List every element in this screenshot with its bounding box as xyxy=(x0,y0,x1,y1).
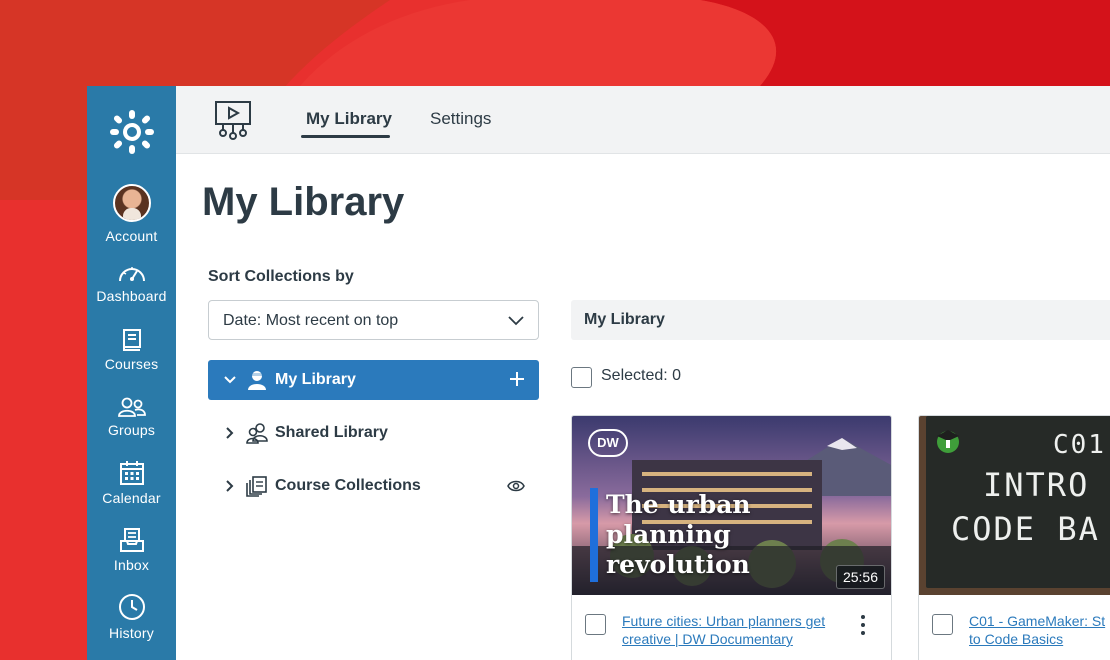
nav-label-courses: Courses xyxy=(104,356,159,372)
chevron-down-icon xyxy=(508,316,524,326)
nav-label-dashboard: Dashboard xyxy=(96,288,167,304)
courses-icon xyxy=(122,329,141,351)
video-thumbnail[interactable]: DW The urban planning revolution 25:56 xyxy=(572,416,891,595)
sort-select-value: Date: Most recent on top xyxy=(223,312,399,329)
nav-label-inbox: Inbox xyxy=(113,557,150,573)
kebab-menu-icon[interactable] xyxy=(857,614,869,636)
user-icon xyxy=(248,371,266,390)
nav-item-courses[interactable]: Courses xyxy=(87,328,176,372)
card-checkbox[interactable] xyxy=(585,614,606,635)
groups-icon xyxy=(117,397,146,417)
tab-settings[interactable]: Settings xyxy=(430,109,491,129)
tree-item-label: My Library xyxy=(275,371,356,388)
active-tab-indicator xyxy=(301,135,390,138)
card-title-link[interactable]: Future cities: Urban planners get creati… xyxy=(622,612,850,648)
tab-my-library[interactable]: My Library xyxy=(306,109,392,129)
global-navigation: Account Dashboard Courses Groups Calenda… xyxy=(87,86,176,660)
calendar-icon xyxy=(119,461,144,485)
collection-header: My Library xyxy=(571,300,1110,340)
avatar xyxy=(112,184,151,222)
select-all-checkbox[interactable] xyxy=(571,367,592,388)
chalk-text: INTRO xyxy=(983,466,1090,504)
thumbnail-title-line: revolution xyxy=(606,550,750,579)
dw-logo: DW xyxy=(588,429,628,457)
canvas-logo-icon[interactable] xyxy=(109,109,155,155)
tree-item-label: Shared Library xyxy=(275,424,388,441)
inbox-icon xyxy=(119,528,144,552)
sort-label: Sort Collections by xyxy=(208,268,354,285)
app-window: Account Dashboard Courses Groups Calenda… xyxy=(87,86,1110,660)
dashboard-icon xyxy=(118,267,145,282)
eye-icon[interactable] xyxy=(507,479,525,493)
chevron-right-icon xyxy=(226,480,234,492)
tree-item-my-library[interactable]: My Library xyxy=(208,360,539,400)
chevron-right-icon xyxy=(226,427,234,439)
nav-label-account: Account xyxy=(105,228,158,244)
selected-count: Selected: 0 xyxy=(601,367,682,384)
tree-item-label: Course Collections xyxy=(275,477,421,494)
sort-select[interactable]: Date: Most recent on top xyxy=(208,300,539,340)
chevron-down-icon xyxy=(224,376,236,384)
chalk-text: CODE BA xyxy=(951,510,1100,548)
media-card[interactable]: DW The urban planning revolution 25:56 F… xyxy=(571,415,892,660)
nav-item-dashboard[interactable]: Dashboard xyxy=(87,262,176,304)
thumbnail-title-line: planning xyxy=(606,520,731,549)
gamemaker-logo-icon xyxy=(937,430,959,453)
thumbnail-title-line: The urban xyxy=(606,490,751,519)
media-presentation-icon xyxy=(215,101,251,140)
card-title-link[interactable]: C01 - GameMaker: St to Code Basics xyxy=(969,612,1110,648)
nav-item-inbox[interactable]: Inbox xyxy=(87,527,176,573)
plus-icon[interactable] xyxy=(509,371,525,387)
nav-label-history: History xyxy=(109,625,154,641)
nav-label-groups: Groups xyxy=(107,422,156,438)
nav-label-calendar: Calendar xyxy=(102,490,161,506)
duration-badge: 25:56 xyxy=(835,565,885,589)
nav-item-account[interactable]: Account xyxy=(87,184,176,244)
history-icon xyxy=(118,594,145,620)
users-icon xyxy=(246,423,268,444)
media-card[interactable]: C01 INTRO CODE BA C01 - GameMaker: St to… xyxy=(918,415,1110,660)
tree-item-shared-library[interactable]: Shared Library xyxy=(208,413,539,453)
tree-item-course-collections[interactable]: Course Collections xyxy=(208,466,539,506)
thumbnail-accent-bar xyxy=(590,488,598,582)
video-thumbnail[interactable]: C01 INTRO CODE BA xyxy=(919,416,1110,595)
nav-item-calendar[interactable]: Calendar xyxy=(87,460,176,506)
top-toolbar: My Library Settings xyxy=(176,86,1110,154)
page-title: My Library xyxy=(202,180,405,224)
chalk-text: C01 xyxy=(1053,430,1106,460)
card-checkbox[interactable] xyxy=(932,614,953,635)
collections-icon xyxy=(246,476,267,497)
nav-item-history[interactable]: History xyxy=(87,593,176,641)
nav-item-groups[interactable]: Groups xyxy=(87,396,176,438)
thumbnail-title: The urban planning revolution xyxy=(606,490,751,580)
